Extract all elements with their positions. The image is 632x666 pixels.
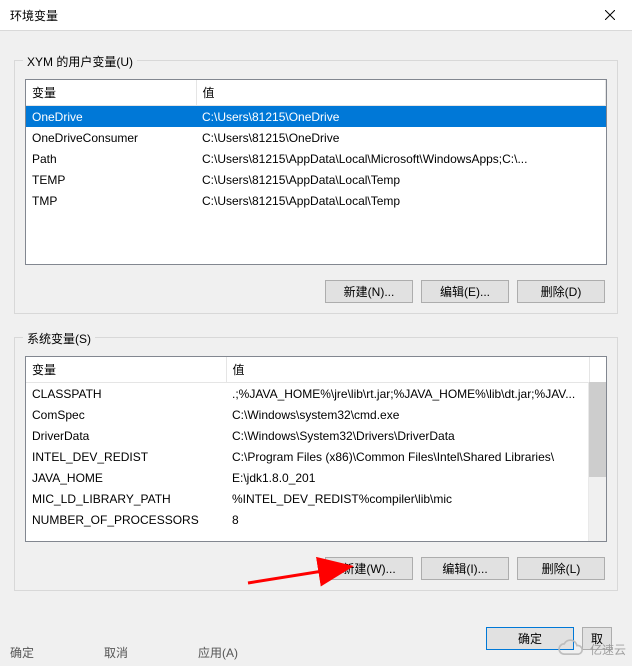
cell-val: %INTEL_DEV_REDIST%compiler\lib\mic	[226, 488, 606, 509]
titlebar: 环境变量	[0, 0, 632, 31]
table-row[interactable]: OneDriveConsumer C:\Users\81215\OneDrive	[26, 127, 606, 148]
cell-val: C:\Windows\system32\cmd.exe	[226, 404, 606, 425]
cell-var: OneDrive	[26, 106, 196, 128]
table-row[interactable]: TEMP C:\Users\81215\AppData\Local\Temp	[26, 169, 606, 190]
parent-dialog-buttons: 确定 取消 应用(A)	[10, 644, 238, 666]
system-edit-button[interactable]: 编辑(I)...	[421, 557, 509, 580]
system-vars-label: 系统变量(S)	[23, 330, 95, 347]
parent-ok: 确定	[10, 644, 34, 666]
scrollbar-thumb[interactable]	[589, 382, 606, 477]
table-row[interactable]: NUMBER_OF_PROCESSORS 8	[26, 509, 606, 530]
user-vars-table[interactable]: 变量 值 OneDrive C:\Users\81215\OneDrive On…	[26, 80, 606, 211]
sys-col-var[interactable]: 变量	[26, 357, 226, 383]
cell-var: CLASSPATH	[26, 383, 226, 405]
table-row[interactable]: INTEL_DEV_REDIST C:\Program Files (x86)\…	[26, 446, 606, 467]
system-vars-scrollbar[interactable]	[588, 382, 606, 541]
cell-val: 8	[226, 509, 606, 530]
user-edit-button[interactable]: 编辑(E)...	[421, 280, 509, 303]
table-row[interactable]: ComSpec C:\Windows\system32\cmd.exe	[26, 404, 606, 425]
parent-apply: 应用(A)	[198, 644, 238, 666]
cell-val: C:\Windows\System32\Drivers\DriverData	[226, 425, 606, 446]
system-vars-group: 系统变量(S) 变量 值 CLASSPATH .;%JAVA_HOME%\jre…	[14, 337, 618, 591]
cell-var: TMP	[26, 190, 196, 211]
system-vars-buttons: 新建(W)... 编辑(I)... 删除(L)	[325, 557, 605, 580]
env-vars-dialog: 环境变量 XYM 的用户变量(U) 变量 值 OneDrive C:\Users	[0, 0, 632, 666]
cell-val: C:\Users\81215\AppData\Local\Temp	[196, 190, 606, 211]
cell-var: NUMBER_OF_PROCESSORS	[26, 509, 226, 530]
close-button[interactable]	[587, 0, 632, 30]
table-row[interactable]: OneDrive C:\Users\81215\OneDrive	[26, 106, 606, 128]
cell-val: C:\Users\81215\OneDrive	[196, 106, 606, 128]
cell-var: OneDriveConsumer	[26, 127, 196, 148]
cell-var: JAVA_HOME	[26, 467, 226, 488]
dialog-title: 环境变量	[10, 7, 58, 24]
parent-cancel: 取消	[104, 644, 128, 666]
cell-var: MIC_LD_LIBRARY_PATH	[26, 488, 226, 509]
watermark-text: 亿速云	[590, 641, 626, 658]
close-icon	[605, 10, 615, 20]
user-col-var[interactable]: 变量	[26, 80, 196, 106]
user-vars-group: XYM 的用户变量(U) 变量 值 OneDrive C:\Users\8121…	[14, 60, 618, 314]
table-row[interactable]: Path C:\Users\81215\AppData\Local\Micros…	[26, 148, 606, 169]
cell-var: INTEL_DEV_REDIST	[26, 446, 226, 467]
cell-val: .;%JAVA_HOME%\jre\lib\rt.jar;%JAVA_HOME%…	[226, 383, 606, 405]
cell-var: ComSpec	[26, 404, 226, 425]
table-row[interactable]: CLASSPATH .;%JAVA_HOME%\jre\lib\rt.jar;%…	[26, 383, 606, 405]
cell-val: E:\jdk1.8.0_201	[226, 467, 606, 488]
system-vars-table[interactable]: 变量 值 CLASSPATH .;%JAVA_HOME%\jre\lib\rt.…	[26, 357, 606, 530]
system-delete-button[interactable]: 删除(L)	[517, 557, 605, 580]
table-row[interactable]: DriverData C:\Windows\System32\Drivers\D…	[26, 425, 606, 446]
user-vars-label: XYM 的用户变量(U)	[23, 53, 137, 70]
cell-val: C:\Users\81215\AppData\Local\Microsoft\W…	[196, 148, 606, 169]
table-row[interactable]: JAVA_HOME E:\jdk1.8.0_201	[26, 467, 606, 488]
user-vars-table-container: 变量 值 OneDrive C:\Users\81215\OneDrive On…	[25, 79, 607, 265]
sys-col-val[interactable]: 值	[226, 357, 589, 383]
user-vars-buttons: 新建(N)... 编辑(E)... 删除(D)	[325, 280, 605, 303]
sys-col-scroll	[589, 357, 606, 383]
cell-var: DriverData	[26, 425, 226, 446]
cell-val: C:\Users\81215\AppData\Local\Temp	[196, 169, 606, 190]
system-vars-table-container: 变量 值 CLASSPATH .;%JAVA_HOME%\jre\lib\rt.…	[25, 356, 607, 542]
cell-var: TEMP	[26, 169, 196, 190]
cloud-icon	[554, 638, 588, 660]
cell-val: C:\Users\81215\OneDrive	[196, 127, 606, 148]
user-delete-button[interactable]: 删除(D)	[517, 280, 605, 303]
user-new-button[interactable]: 新建(N)...	[325, 280, 413, 303]
cell-val: C:\Program Files (x86)\Common Files\Inte…	[226, 446, 606, 467]
cell-var: Path	[26, 148, 196, 169]
user-col-val[interactable]: 值	[196, 80, 606, 106]
watermark: 亿速云	[554, 638, 626, 660]
table-row[interactable]: MIC_LD_LIBRARY_PATH %INTEL_DEV_REDIST%co…	[26, 488, 606, 509]
table-row[interactable]: TMP C:\Users\81215\AppData\Local\Temp	[26, 190, 606, 211]
annotation-arrow-icon	[243, 556, 363, 588]
